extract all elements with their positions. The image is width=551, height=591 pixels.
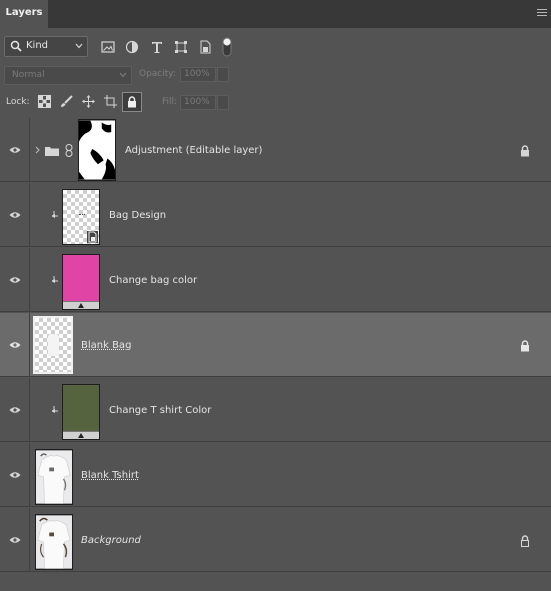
blend-mode-value: Normal: [12, 70, 45, 80]
chevron-down-icon: [75, 43, 83, 49]
clipping-mask-arrow-icon: [52, 406, 58, 413]
lock-artboard-icon[interactable]: [104, 95, 117, 108]
filter-toggle-switch[interactable]: [222, 37, 232, 57]
layer-row-blank-tshirt[interactable]: Blank Tshirt: [0, 443, 551, 507]
opacity-label: Opacity:: [139, 69, 176, 79]
eye-icon[interactable]: [9, 536, 21, 544]
visibility-cell: [0, 183, 30, 246]
link-icon[interactable]: [65, 144, 73, 157]
eye-icon[interactable]: [9, 211, 21, 219]
tab-layers[interactable]: Layers: [0, 0, 48, 28]
chevron-right-icon[interactable]: [35, 146, 40, 154]
lock-transparent-pixels-icon[interactable]: [38, 95, 51, 108]
smart-object-badge-icon: [87, 231, 98, 243]
lock-label: Lock:: [6, 97, 30, 107]
visibility-cell: [0, 443, 30, 506]
eye-icon[interactable]: [9, 276, 21, 284]
visibility-cell: [0, 313, 30, 376]
lock-position-icon[interactable]: [82, 95, 95, 108]
chevron-down-icon: [119, 72, 127, 78]
visibility-cell: [0, 508, 30, 571]
layer-name: Change bag color: [109, 275, 198, 286]
visibility-cell: [0, 378, 30, 441]
eye-icon[interactable]: [9, 341, 21, 349]
fill-input[interactable]: 100%: [180, 95, 216, 110]
kind-filter-select[interactable]: Kind: [4, 36, 88, 57]
visibility-cell: [0, 248, 30, 311]
layer-name: Background: [81, 535, 141, 546]
adjustment-slider-bar: [63, 301, 99, 309]
layer-row-change-bag-color[interactable]: Change bag color: [0, 248, 551, 312]
lock-icon: [521, 145, 529, 157]
folder-icon: [45, 147, 59, 156]
layer-row-bag-design[interactable]: Bag Design: [0, 183, 551, 247]
color-fill-thumbnail[interactable]: [62, 384, 100, 440]
layer-thumbnail[interactable]: [33, 316, 73, 374]
layer-thumbnail[interactable]: [62, 189, 100, 245]
layer-row-adjustment[interactable]: Adjustment (Editable layer): [0, 118, 551, 182]
color-fill-thumbnail[interactable]: [62, 254, 100, 310]
lock-icon: [521, 340, 529, 352]
lock-icon: [128, 96, 136, 108]
layer-name: Bag Design: [109, 210, 167, 221]
lock-image-pixels-icon[interactable]: [60, 95, 73, 108]
eye-icon[interactable]: [9, 406, 21, 414]
blend-row: Normal Opacity: 100%: [0, 64, 551, 88]
layer-row-background[interactable]: Background: [0, 508, 551, 572]
layer-name: Adjustment (Editable layer): [125, 145, 263, 156]
layer-name: Change T shirt Color: [109, 405, 212, 416]
shape-layer-filter-icon[interactable]: [174, 40, 188, 54]
panel-menu-icon[interactable]: [537, 9, 547, 18]
eye-icon[interactable]: [9, 146, 21, 154]
layer-name: Blank Bag: [81, 340, 132, 351]
clipping-mask-arrow-icon: [52, 211, 58, 218]
opacity-input[interactable]: 100%: [180, 67, 216, 82]
panel-tab-bar: Layers: [0, 0, 551, 28]
smart-object-filter-icon[interactable]: [198, 40, 212, 54]
layer-row-blank-bag[interactable]: Blank Bag: [0, 313, 551, 377]
layer-thumbnail[interactable]: [35, 514, 73, 570]
adjustment-layer-filter-icon[interactable]: [125, 40, 139, 54]
lock-row: Lock: Fill: 100%: [0, 90, 551, 114]
lock-all-button[interactable]: [122, 92, 142, 112]
eye-icon[interactable]: [9, 471, 21, 479]
layer-thumbnail[interactable]: [35, 449, 73, 505]
type-layer-filter-icon[interactable]: [150, 40, 164, 54]
fill-dropdown-button[interactable]: [217, 95, 229, 110]
layer-row-change-tshirt-color[interactable]: Change T shirt Color: [0, 378, 551, 442]
layer-mask-thumbnail[interactable]: [78, 119, 116, 181]
filter-row: Kind: [0, 33, 551, 61]
kind-filter-label: Kind: [26, 40, 49, 51]
visibility-cell: [0, 118, 30, 181]
blend-mode-select[interactable]: Normal: [4, 66, 132, 85]
fill-label: Fill:: [162, 97, 178, 107]
opacity-dropdown-button[interactable]: [217, 67, 229, 82]
lock-icon: [521, 535, 529, 547]
pixel-layer-filter-icon[interactable]: [101, 40, 115, 54]
search-icon: [10, 40, 22, 52]
layer-name: Blank Tshirt: [81, 470, 139, 481]
clipping-mask-arrow-icon: [52, 276, 58, 283]
adjustment-slider-bar: [63, 431, 99, 439]
